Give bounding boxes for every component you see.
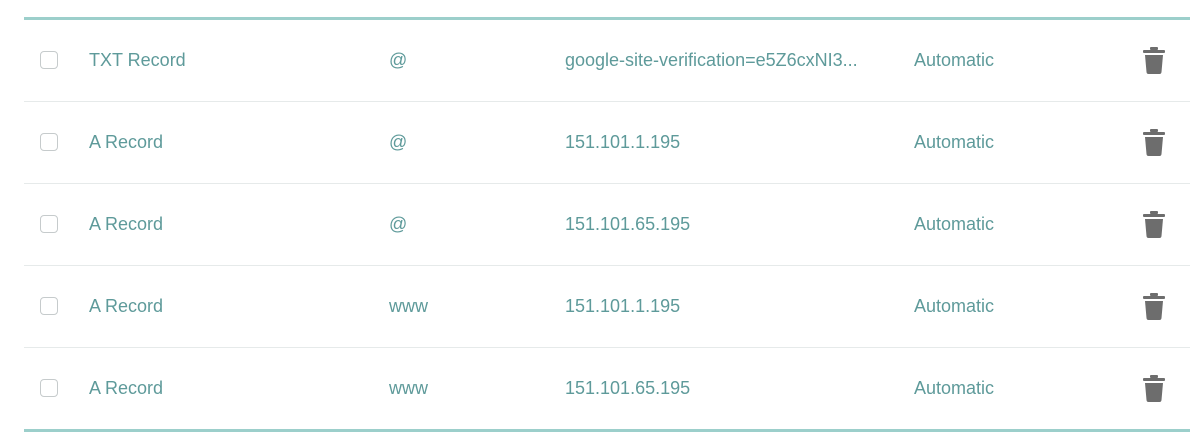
trash-icon[interactable] [1143, 293, 1165, 320]
record-value: 151.101.1.195 [565, 132, 681, 152]
record-type: A Record [89, 214, 164, 234]
record-host: @ [389, 214, 408, 234]
record-value: 151.101.65.195 [565, 378, 691, 398]
table-row: A Record www 151.101.65.195 Automatic [24, 348, 1190, 429]
row-select-checkbox[interactable] [40, 215, 58, 233]
trash-icon[interactable] [1143, 47, 1165, 74]
row-select-checkbox[interactable] [40, 51, 58, 69]
record-ttl: Automatic [914, 50, 995, 70]
record-ttl: Automatic [914, 132, 995, 152]
record-host: www [389, 378, 428, 398]
record-host: @ [389, 50, 408, 70]
record-value: google-site-verification=e5Z6cxNI3... [565, 50, 858, 70]
row-select-checkbox[interactable] [40, 379, 58, 397]
table-row: A Record @ 151.101.1.195 Automatic [24, 102, 1190, 184]
record-value: 151.101.65.195 [565, 214, 691, 234]
dns-records-table: TXT Record @ google-site-verification=e5… [24, 17, 1190, 432]
record-ttl: Automatic [914, 378, 995, 398]
table-row: A Record @ 151.101.65.195 Automatic [24, 184, 1190, 266]
record-type: A Record [89, 296, 164, 316]
record-host: @ [389, 132, 408, 152]
record-type: A Record [89, 378, 164, 398]
record-type: TXT Record [89, 50, 186, 70]
record-type: A Record [89, 132, 164, 152]
trash-icon[interactable] [1143, 211, 1165, 238]
record-ttl: Automatic [914, 296, 995, 316]
record-host: www [389, 296, 428, 316]
row-select-checkbox[interactable] [40, 297, 58, 315]
table-row: TXT Record @ google-site-verification=e5… [24, 20, 1190, 102]
record-value: 151.101.1.195 [565, 296, 681, 316]
table-row: A Record www 151.101.1.195 Automatic [24, 266, 1190, 348]
trash-icon[interactable] [1143, 129, 1165, 156]
record-ttl: Automatic [914, 214, 995, 234]
row-select-checkbox[interactable] [40, 133, 58, 151]
trash-icon[interactable] [1143, 375, 1165, 402]
